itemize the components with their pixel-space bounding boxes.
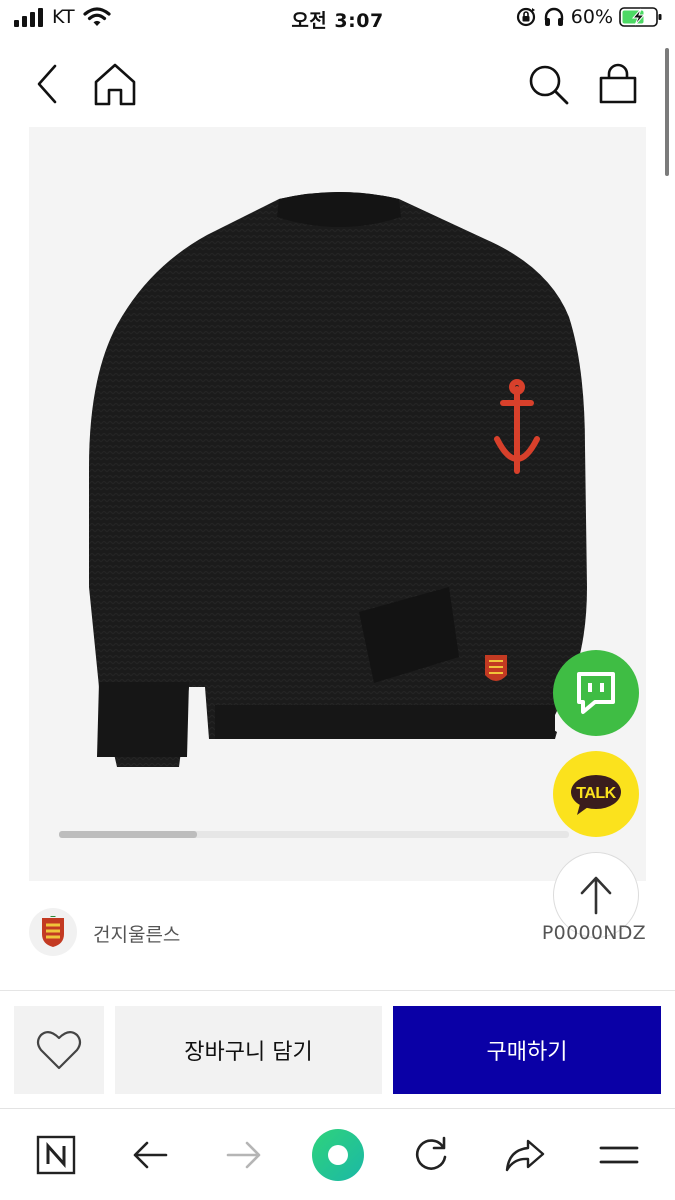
brand-crest-icon (42, 916, 64, 947)
battery-charging-icon (619, 7, 662, 27)
image-progress-fill (59, 831, 197, 838)
browser-toolbar (0, 1108, 675, 1200)
shopping-bag-icon (599, 63, 637, 104)
back-arrow-icon (37, 64, 57, 104)
wishlist-button[interactable] (14, 1006, 104, 1094)
purchase-bar: 장바구니 담기 구매하기 (0, 992, 675, 1106)
naver-n-icon (36, 1135, 76, 1175)
headphones-icon (544, 7, 563, 26)
sweater-image (89, 192, 587, 767)
chat-floating-button[interactable] (553, 650, 639, 736)
buy-now-button[interactable]: 구매하기 (393, 1006, 661, 1094)
back-icon (133, 1141, 168, 1169)
product-image-carousel[interactable] (29, 127, 646, 881)
green-dot-button[interactable] (308, 1125, 368, 1185)
reload-button[interactable] (401, 1125, 461, 1185)
heart-icon (36, 1031, 82, 1070)
status-right: 60% (515, 6, 663, 28)
reload-icon (415, 1136, 447, 1170)
search-icon (529, 65, 569, 105)
product-code: P0000NDZ (541, 922, 646, 944)
green-dot-icon (312, 1129, 364, 1181)
menu-icon (599, 1146, 639, 1164)
orientation-lock-icon (516, 7, 535, 27)
cart-nav-button[interactable] (592, 58, 644, 110)
forward-icon (226, 1141, 261, 1169)
search-button[interactable] (522, 58, 574, 110)
home-button[interactable] (89, 58, 141, 110)
page-scrollbar[interactable] (665, 48, 669, 176)
brand-logo[interactable] (29, 908, 77, 956)
browser-forward-button[interactable] (214, 1125, 274, 1185)
section-divider (0, 990, 675, 991)
battery-percent: 60% (570, 6, 613, 28)
chat-bubble-icon (577, 672, 615, 714)
home-icon (94, 63, 136, 106)
brand-name[interactable]: 건지울른스 (93, 920, 180, 947)
brand-row: 건지울른스 P0000NDZ (29, 906, 646, 960)
share-button[interactable] (495, 1125, 555, 1185)
naver-home-button[interactable] (26, 1125, 86, 1185)
talk-label: TALK (576, 785, 616, 802)
image-progress-track (59, 831, 569, 838)
top-navigation (0, 50, 675, 120)
browser-back-button[interactable] (120, 1125, 180, 1185)
add-to-cart-button[interactable]: 장바구니 담기 (115, 1006, 382, 1094)
status-bar: KT 오전 3:07 60% (0, 0, 675, 40)
menu-button[interactable] (589, 1125, 649, 1185)
kakao-talk-button[interactable]: TALK (553, 751, 639, 837)
back-button[interactable] (22, 58, 74, 110)
crest-patch (485, 655, 507, 681)
share-icon (505, 1139, 545, 1172)
